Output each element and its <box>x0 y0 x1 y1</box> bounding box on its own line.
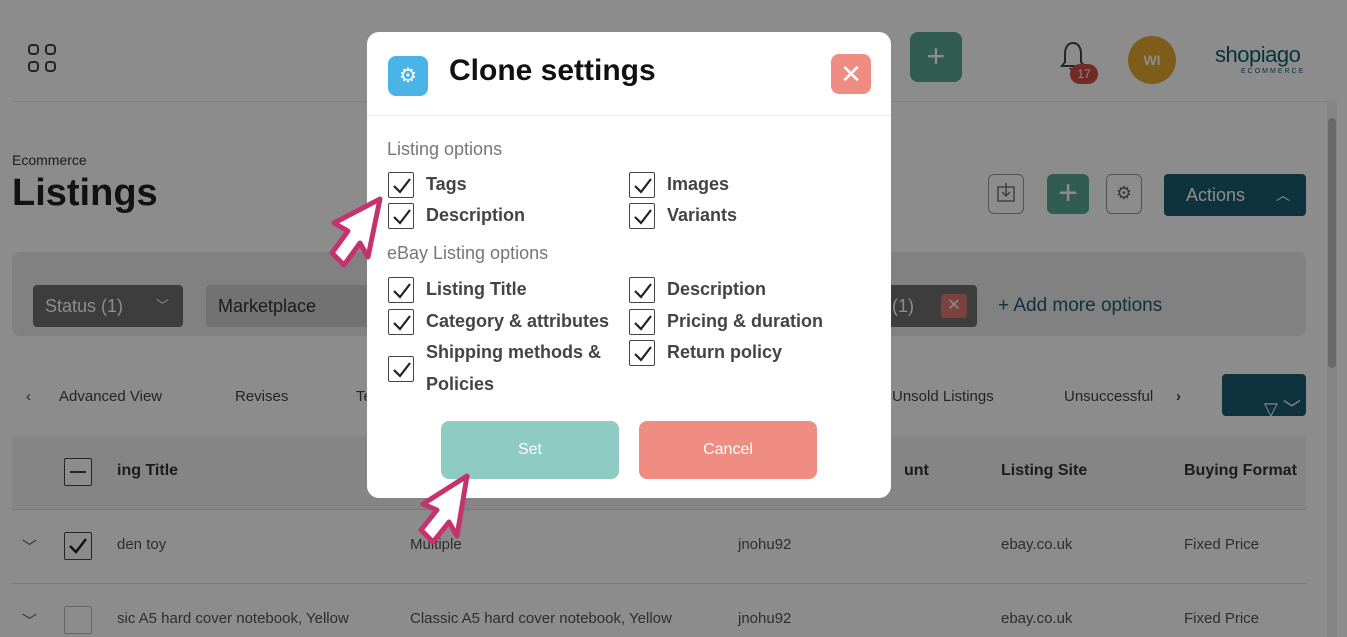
close-button[interactable]: ✕ <box>831 54 871 94</box>
ebay-options-label: eBay Listing options <box>387 243 549 263</box>
listing-options-label: Listing options <box>387 139 503 159</box>
tags-label: Tags <box>426 174 467 194</box>
option-variants[interactable]: Variants <box>629 203 829 231</box>
option-description[interactable]: Description <box>388 203 588 231</box>
pointer-cursor-icon <box>418 473 470 545</box>
pricing-checkbox[interactable] <box>629 309 655 335</box>
variants-label: Variants <box>667 205 738 225</box>
dialog-header: ⚙ Clone settings ✕ <box>367 32 891 116</box>
listing-title-label: Listing Title <box>426 279 527 299</box>
category-label: Category & attributes <box>426 311 610 331</box>
images-checkbox[interactable] <box>629 172 655 198</box>
ebay-description-checkbox[interactable] <box>629 277 655 303</box>
variants-checkbox[interactable] <box>629 203 655 229</box>
description-label: Description <box>426 205 526 225</box>
dialog-title: Clone settings <box>449 54 656 87</box>
images-label: Images <box>667 174 730 194</box>
option-images[interactable]: Images <box>629 172 829 200</box>
option-shipping[interactable]: Shipping methods & Policies <box>388 342 618 396</box>
cancel-button[interactable]: Cancel <box>639 421 817 479</box>
return-policy-label: Return policy <box>667 342 783 362</box>
shipping-label-line1: Shipping methods & <box>426 342 601 362</box>
category-checkbox[interactable] <box>388 309 414 335</box>
option-pricing[interactable]: Pricing & duration <box>629 309 859 337</box>
shipping-label-line2: Policies <box>426 374 495 394</box>
pointer-cursor-icon <box>329 196 383 268</box>
settings-gear-icon: ⚙ <box>388 56 428 96</box>
pricing-label: Pricing & duration <box>667 311 824 331</box>
option-return-policy[interactable]: Return policy <box>629 340 859 368</box>
ebay-description-label: Description <box>667 279 767 299</box>
option-tags[interactable]: Tags <box>388 172 588 200</box>
option-listing-title[interactable]: Listing Title <box>388 277 608 305</box>
option-ebay-description[interactable]: Description <box>629 277 849 305</box>
shipping-checkbox[interactable] <box>388 356 414 382</box>
option-category[interactable]: Category & attributes <box>388 309 618 337</box>
return-policy-checkbox[interactable] <box>629 340 655 366</box>
clone-settings-dialog: ⚙ Clone settings ✕ Listing options Tags … <box>367 32 891 498</box>
listing-title-checkbox[interactable] <box>388 277 414 303</box>
close-icon: ✕ <box>840 59 862 89</box>
